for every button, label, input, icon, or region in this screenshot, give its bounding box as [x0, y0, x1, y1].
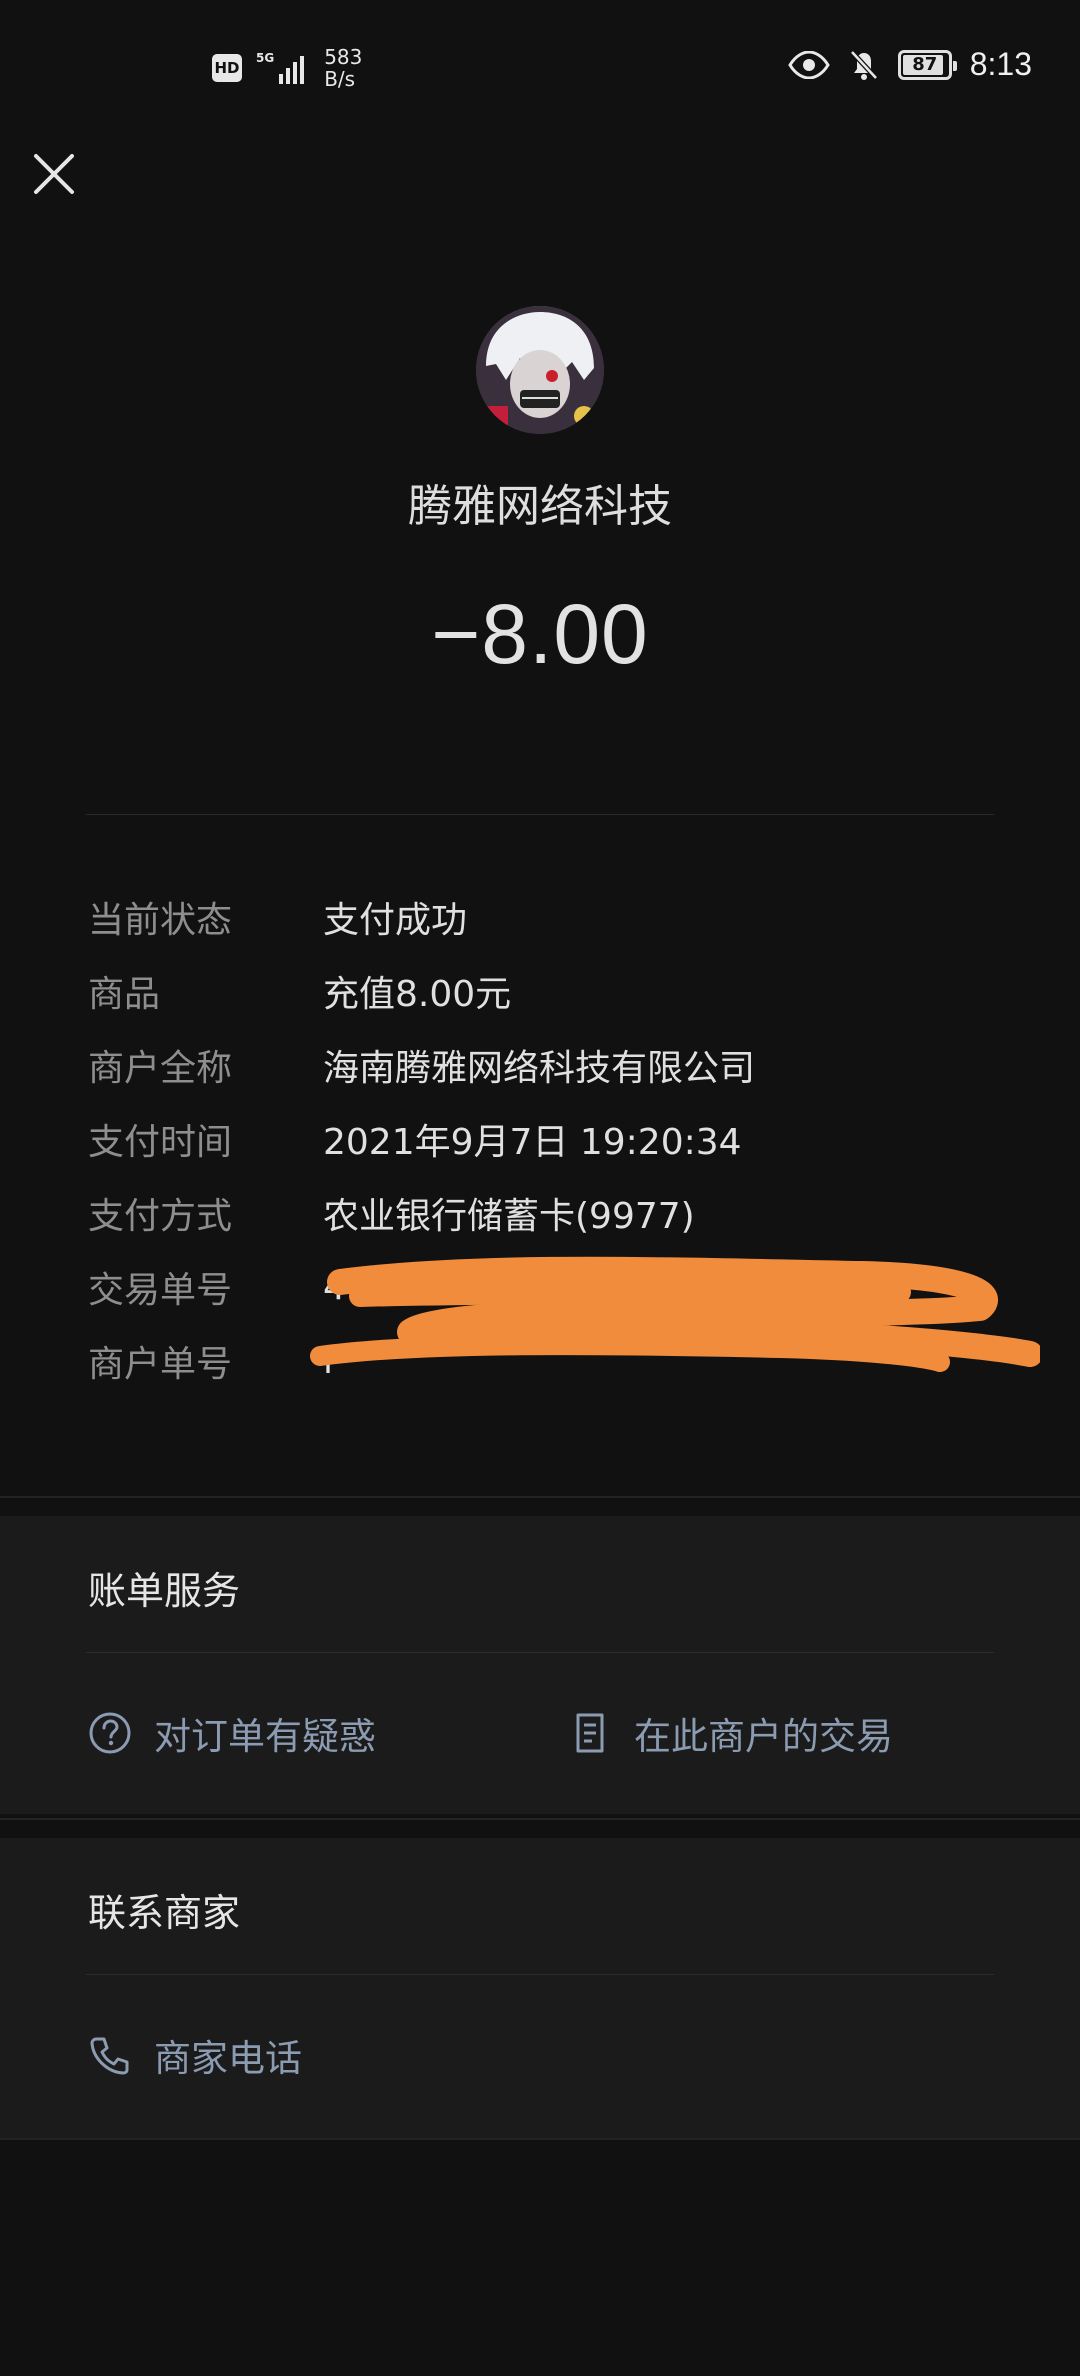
contact-merchant-card: 联系商家 商家电话	[0, 1838, 1080, 2138]
detail-row-pay-method: 支付方式 农业银行储蓄卡(9977)	[88, 1176, 1008, 1250]
detail-label: 当前状态	[88, 900, 233, 941]
detail-value: 农业银行储蓄卡(9977)	[323, 1196, 695, 1237]
detail-value: 支付成功	[323, 900, 468, 941]
detail-label: 商户全称	[88, 1048, 233, 1089]
battery-level: 87	[912, 54, 938, 75]
detail-label: 商户单号	[88, 1344, 233, 1385]
detail-row-product: 商品 充值8.00元	[88, 954, 1008, 1028]
divider	[86, 1974, 994, 1975]
net-speed: 583 B/s	[324, 46, 362, 90]
net-speed-unit: B/s	[324, 67, 356, 91]
bill-service-title: 账单服务	[88, 1569, 241, 1613]
divider	[86, 1652, 994, 1653]
close-button[interactable]	[30, 150, 78, 198]
order-question-label: 对订单有疑惑	[154, 1715, 376, 1758]
document-icon	[576, 1713, 604, 1753]
section-separator	[0, 2138, 1080, 2140]
status-left: HD 5G 583 B/s	[212, 46, 362, 90]
status-bar: HD 5G 583 B/s 87 8:13	[0, 0, 1080, 140]
question-circle-icon	[89, 1712, 131, 1754]
close-icon	[34, 154, 74, 194]
signal-icon: 5G	[256, 51, 305, 84]
detail-value: 充值8.00元	[323, 974, 512, 1015]
phone-icon	[90, 2037, 129, 2075]
detail-row-status: 当前状态 支付成功	[88, 880, 1008, 954]
network-type: 5G	[256, 51, 275, 65]
section-separator	[0, 1496, 1080, 1498]
merchant-phone-link[interactable]: 商家电话	[88, 2028, 302, 2082]
section-separator	[0, 1818, 1080, 1820]
net-speed-value: 583	[324, 45, 363, 69]
detail-value: 2021年9月7日 19:20:34	[323, 1122, 742, 1163]
payment-amount: −8.00	[431, 587, 649, 681]
detail-label: 交易单号	[88, 1270, 233, 1311]
merchant-name: 腾雅网络科技	[408, 481, 672, 532]
order-question-link[interactable]: 对订单有疑惑	[88, 1706, 376, 1760]
status-right: 87 8:13	[787, 46, 1032, 83]
redaction-scribble	[310, 1256, 1040, 1372]
merchant-transactions-label: 在此商户的交易	[634, 1715, 893, 1758]
merchant-phone-label: 商家电话	[154, 2037, 302, 2080]
battery-icon: 87	[897, 49, 957, 80]
hd-badge: HD	[212, 54, 242, 82]
detail-row-pay-time: 支付时间 2021年9月7日 19:20:34	[88, 1102, 1008, 1176]
detail-value: 海南腾雅网络科技有限公司	[323, 1048, 756, 1089]
detail-label: 支付方式	[88, 1196, 233, 1237]
bell-off-icon	[849, 49, 878, 80]
detail-label: 商品	[88, 974, 161, 1015]
merchant-transactions-link[interactable]: 在此商户的交易	[568, 1706, 893, 1760]
clock: 8:13	[969, 46, 1032, 82]
detail-row-merchant-fullname: 商户全称 海南腾雅网络科技有限公司	[88, 1028, 1008, 1102]
divider	[86, 814, 994, 815]
eye-icon	[787, 50, 830, 79]
detail-label: 支付时间	[88, 1122, 233, 1163]
bill-service-card: 账单服务 对订单有疑惑 在此商户的交易	[0, 1516, 1080, 1814]
contact-title: 联系商家	[88, 1891, 241, 1935]
merchant-avatar	[476, 306, 604, 434]
